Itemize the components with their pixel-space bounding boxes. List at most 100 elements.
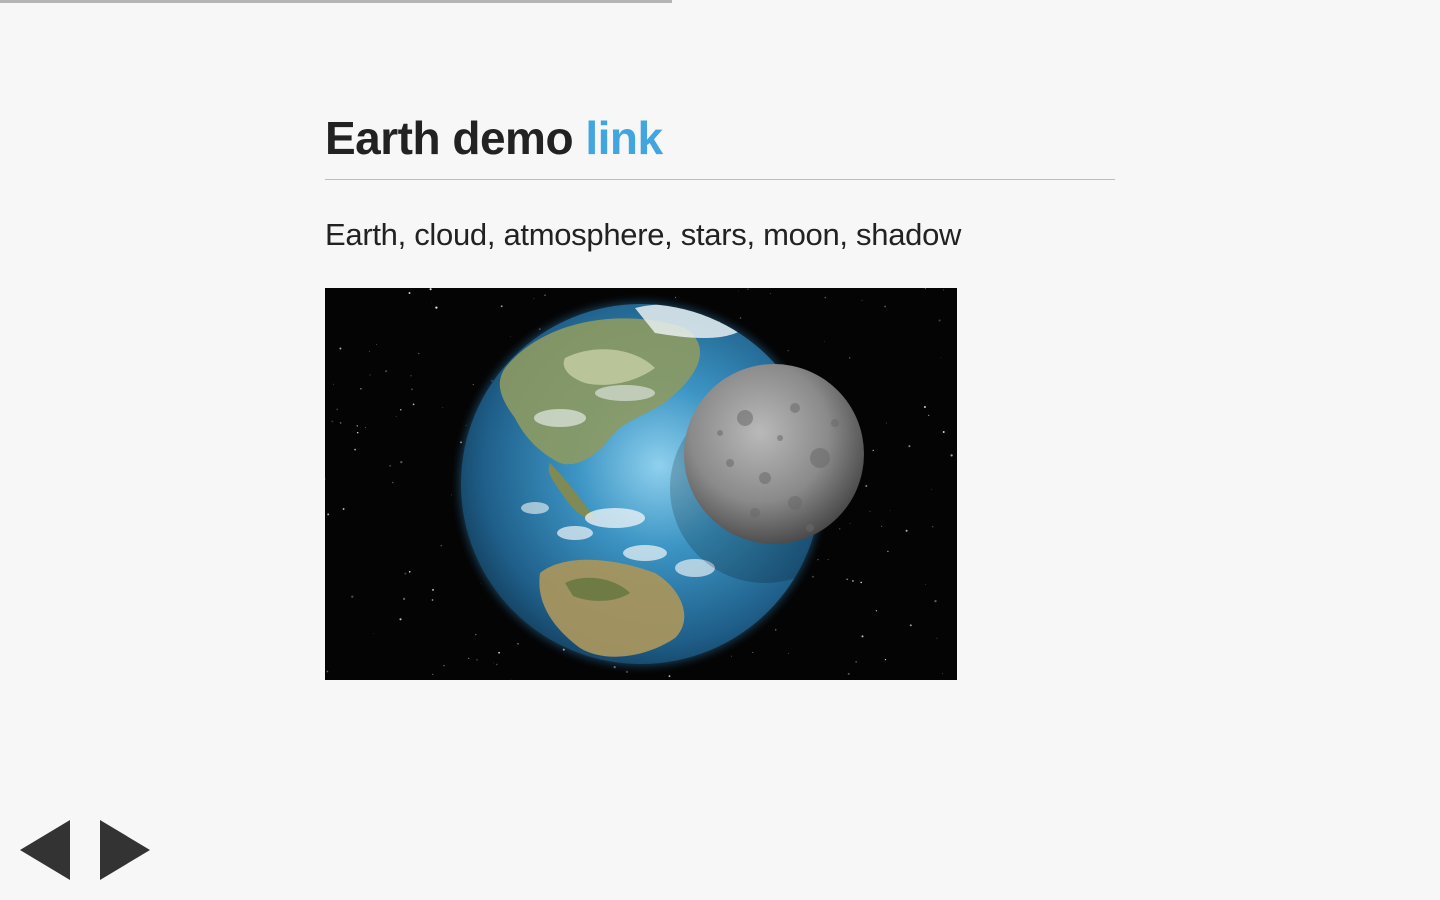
slide-progress-fill	[0, 0, 673, 3]
star	[509, 336, 511, 337]
star	[817, 559, 819, 561]
star	[431, 599, 434, 601]
star	[326, 670, 329, 673]
star	[934, 599, 937, 603]
star	[360, 387, 362, 390]
triangle-right-icon[interactable]	[100, 820, 150, 880]
star	[496, 663, 498, 666]
title-divider	[325, 179, 1115, 180]
star	[881, 525, 883, 527]
demo-link[interactable]: link	[585, 112, 663, 164]
star	[824, 341, 826, 343]
slide-title-text: Earth demo	[325, 112, 574, 164]
star	[432, 588, 434, 591]
star	[533, 298, 535, 300]
star	[887, 550, 889, 553]
star	[400, 409, 402, 411]
star	[943, 289, 945, 291]
star	[435, 306, 438, 309]
star	[824, 296, 827, 299]
star	[847, 672, 850, 675]
star	[885, 422, 887, 424]
star	[889, 510, 891, 512]
star	[787, 350, 789, 352]
star	[668, 675, 671, 677]
star	[849, 357, 851, 359]
star	[392, 481, 394, 484]
star	[884, 658, 887, 661]
star	[443, 665, 445, 667]
star	[788, 652, 790, 654]
slide-progress-bar	[0, 0, 1440, 3]
star	[775, 629, 777, 631]
star	[389, 464, 392, 467]
star	[412, 403, 415, 406]
star	[811, 575, 814, 578]
star	[855, 661, 857, 663]
star	[440, 545, 442, 547]
star	[517, 642, 519, 645]
star	[373, 633, 375, 634]
star	[869, 510, 871, 512]
star	[339, 347, 342, 350]
star	[872, 449, 874, 452]
star	[544, 294, 546, 296]
star	[369, 374, 371, 376]
star	[950, 454, 953, 457]
star	[875, 610, 878, 612]
star	[408, 292, 411, 294]
star	[752, 651, 754, 653]
star	[410, 388, 413, 391]
star	[342, 508, 345, 510]
star	[442, 406, 444, 408]
slide-description: Earth, cloud, atmosphere, stars, moon, s…	[325, 217, 962, 252]
triangle-left-icon[interactable]	[20, 820, 70, 880]
star	[510, 679, 512, 680]
star	[369, 350, 370, 352]
star	[364, 426, 367, 428]
star	[468, 657, 470, 660]
star	[336, 408, 339, 411]
star	[849, 523, 851, 524]
star	[861, 635, 864, 638]
star	[376, 343, 378, 345]
star	[354, 448, 357, 451]
star	[498, 651, 500, 654]
slide-navigation	[20, 820, 150, 880]
earth-moon-image	[325, 288, 957, 680]
star	[908, 445, 911, 448]
star	[925, 584, 926, 585]
star	[429, 288, 432, 291]
star	[472, 383, 474, 386]
star	[738, 290, 739, 292]
star	[399, 618, 402, 621]
star	[327, 513, 330, 516]
slide-title: Earth demo link	[325, 112, 663, 164]
star	[846, 578, 848, 581]
star	[331, 420, 334, 423]
star	[909, 624, 912, 627]
star	[351, 595, 354, 598]
star	[905, 529, 908, 532]
star	[827, 559, 829, 560]
star	[418, 353, 420, 355]
star	[938, 319, 941, 322]
star	[476, 659, 478, 661]
star	[923, 405, 926, 409]
star	[431, 302, 432, 304]
star	[356, 425, 358, 427]
star	[928, 414, 930, 417]
star	[851, 579, 854, 582]
star	[400, 460, 403, 464]
star	[356, 431, 359, 434]
star	[339, 422, 342, 424]
star	[769, 293, 771, 295]
star	[731, 655, 733, 657]
star	[739, 317, 742, 319]
star	[924, 288, 926, 290]
star	[932, 526, 934, 528]
star	[860, 581, 863, 584]
star	[940, 357, 942, 359]
star	[410, 375, 412, 377]
star	[432, 673, 434, 676]
